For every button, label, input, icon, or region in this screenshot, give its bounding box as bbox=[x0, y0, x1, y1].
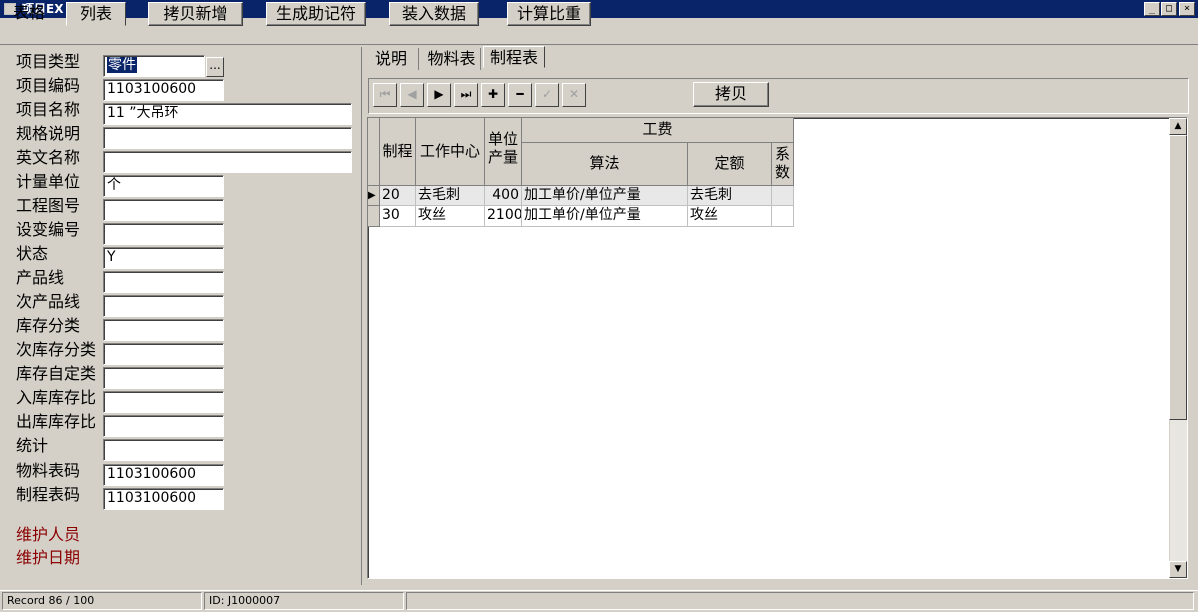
item-type-field[interactable]: 零件 bbox=[103, 55, 205, 77]
spec-field[interactable] bbox=[103, 127, 352, 149]
label-routing-code: 制程表码 bbox=[16, 485, 81, 504]
label-sub-product-line: 次产品线 bbox=[16, 292, 81, 311]
current-row-indicator: ▶ bbox=[368, 186, 380, 206]
label-in-stock-ratio: 入库库存比 bbox=[16, 388, 97, 407]
status-panel-empty bbox=[406, 592, 1194, 610]
last-record-button[interactable]: ⏭ bbox=[454, 83, 478, 107]
tab-routing[interactable]: 制程表 bbox=[483, 46, 545, 68]
label-sub-stock-class: 次库存分类 bbox=[16, 340, 97, 359]
label-change-no: 设变编号 bbox=[16, 220, 81, 239]
unit-field[interactable]: 个 bbox=[103, 175, 224, 197]
product-line-field[interactable] bbox=[103, 271, 224, 293]
generate-mnemonic-button[interactable]: 生成助记符 bbox=[266, 2, 366, 26]
tab-table[interactable]: 表格 bbox=[4, 2, 54, 26]
table-row-cell[interactable]: 去毛刺 bbox=[688, 186, 772, 206]
col-quota-header[interactable]: 定额 bbox=[688, 143, 772, 186]
record-count: Record 86 / 100 bbox=[2, 592, 202, 610]
scroll-up-button[interactable]: ▲ bbox=[1169, 118, 1187, 135]
delete-record-button[interactable]: ━ bbox=[508, 83, 532, 107]
sub-product-line-field[interactable] bbox=[103, 295, 224, 317]
label-stock-custom-class: 库存自定类 bbox=[16, 364, 97, 383]
col-unit-output-header[interactable]: 单位产量 bbox=[485, 118, 522, 186]
table-row-cell[interactable]: 攻丝 bbox=[688, 206, 772, 227]
scroll-thumb[interactable] bbox=[1169, 135, 1187, 420]
label-item-code: 项目编码 bbox=[16, 76, 81, 95]
label-maintain-date: 维护日期 bbox=[16, 548, 81, 567]
table-row-cell[interactable]: 2100 bbox=[485, 206, 522, 227]
english-name-field[interactable] bbox=[103, 151, 352, 173]
table-row-cell[interactable]: 攻丝 bbox=[416, 206, 485, 227]
label-bom-code: 物料表码 bbox=[16, 461, 81, 480]
label-statistics: 统计 bbox=[16, 436, 49, 455]
tab-bom[interactable]: 物料表 bbox=[423, 48, 481, 70]
table-row-cell[interactable]: 400 bbox=[485, 186, 522, 206]
record-id: ID: J1000007 bbox=[204, 592, 404, 610]
label-product-line: 产品线 bbox=[16, 268, 65, 287]
calc-weight-button[interactable]: 计算比重 bbox=[507, 2, 591, 26]
sub-stock-class-field[interactable] bbox=[103, 343, 224, 365]
drawing-no-field[interactable] bbox=[103, 199, 224, 221]
col-work-center-header[interactable]: 工作中心 bbox=[416, 118, 485, 186]
load-data-button[interactable]: 装入数据 bbox=[389, 2, 479, 26]
copy-button[interactable]: 拷贝 bbox=[693, 82, 769, 107]
label-unit: 计量单位 bbox=[16, 172, 81, 191]
item-name-field[interactable]: 11 ”大吊环 bbox=[103, 103, 352, 125]
tab-description[interactable]: 说明 bbox=[364, 48, 419, 70]
row-indicator bbox=[368, 206, 380, 227]
label-english-name: 英文名称 bbox=[16, 148, 81, 167]
label-spec: 规格说明 bbox=[16, 124, 81, 143]
table-row-cell[interactable] bbox=[772, 206, 794, 227]
change-no-field[interactable] bbox=[103, 223, 224, 245]
stock-class-field[interactable] bbox=[103, 319, 224, 341]
item-code-field[interactable]: 1103100600 bbox=[103, 79, 224, 101]
in-stock-ratio-field[interactable] bbox=[103, 391, 224, 413]
status-field[interactable]: Y bbox=[103, 247, 224, 269]
scroll-down-button[interactable]: ▼ bbox=[1169, 561, 1187, 578]
add-record-button[interactable]: ✚ bbox=[481, 83, 505, 107]
table-row-cell[interactable]: 20 bbox=[380, 186, 416, 206]
table-row-cell[interactable]: 加工单价/单位产量 bbox=[522, 186, 688, 206]
close-button[interactable]: × bbox=[1179, 2, 1195, 16]
post-edit-button[interactable]: ✓ bbox=[535, 83, 559, 107]
label-item-name: 项目名称 bbox=[16, 100, 81, 119]
label-item-type: 项目类型 bbox=[16, 52, 81, 71]
next-record-button[interactable]: ▶ bbox=[427, 83, 451, 107]
cancel-edit-button[interactable]: ✕ bbox=[562, 83, 586, 107]
stock-custom-class-field[interactable] bbox=[103, 367, 224, 389]
table-row-cell[interactable]: 加工单价/单位产量 bbox=[522, 206, 688, 227]
label-drawing-no: 工程图号 bbox=[16, 196, 81, 215]
label-maintainer: 维护人员 bbox=[16, 525, 81, 544]
col-coefficient-header[interactable]: 系数 bbox=[772, 143, 794, 186]
table-row-cell[interactable] bbox=[772, 186, 794, 206]
col-process-header[interactable]: 制程 bbox=[380, 118, 416, 186]
out-stock-ratio-field[interactable] bbox=[103, 415, 224, 437]
prior-record-button[interactable]: ◀ bbox=[400, 83, 424, 107]
table-row-cell[interactable]: 30 bbox=[380, 206, 416, 227]
table-row-cell[interactable]: 去毛刺 bbox=[416, 186, 485, 206]
copy-new-button[interactable]: 拷贝新增 bbox=[148, 2, 243, 26]
col-method-header[interactable]: 算法 bbox=[522, 143, 688, 186]
col-labor-cost-header: 工费 bbox=[522, 118, 794, 143]
tab-list[interactable]: 列表 bbox=[66, 2, 126, 26]
label-status: 状态 bbox=[16, 244, 49, 263]
routing-code-field[interactable]: 1103100600 bbox=[103, 488, 224, 510]
label-out-stock-ratio: 出库库存比 bbox=[16, 412, 97, 431]
maximize-button[interactable]: □ bbox=[1161, 2, 1177, 16]
item-type-lookup-button[interactable]: ... bbox=[206, 57, 224, 77]
minimize-button[interactable]: _ bbox=[1144, 2, 1160, 16]
statistics-field[interactable] bbox=[103, 439, 224, 461]
bom-code-field[interactable]: 1103100600 bbox=[103, 464, 224, 486]
label-stock-class: 库存分类 bbox=[16, 316, 81, 335]
first-record-button[interactable]: ⏮ bbox=[373, 83, 397, 107]
grid-indicator-header bbox=[368, 118, 380, 186]
